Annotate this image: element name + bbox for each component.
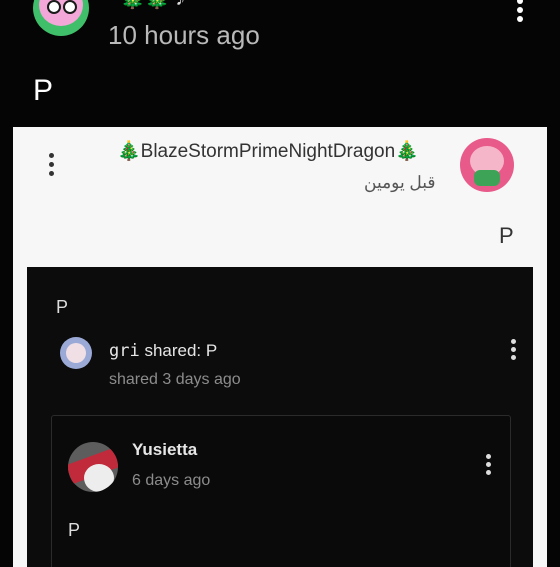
comment-body: P xyxy=(68,520,81,540)
more-vertical-icon[interactable] xyxy=(43,153,59,179)
nested-comment-card[interactable]: Yusietta 6 days ago P xyxy=(51,415,511,567)
avatar-face xyxy=(39,0,83,26)
shared-post-username[interactable]: 🎄BlazeStormPrimeNightDragon🎄 xyxy=(117,139,419,163)
share-user-avatar[interactable] xyxy=(60,337,92,369)
shared-post-body: P xyxy=(499,223,514,248)
share-label: shared: P xyxy=(144,341,218,360)
more-vertical-icon[interactable] xyxy=(507,339,519,365)
comment-timestamp: 6 days ago xyxy=(132,472,211,489)
shared-post-timestamp: قبل يومين xyxy=(364,173,436,192)
share-username[interactable]: gri xyxy=(109,341,140,361)
post-header: 🎄🎄 ♪ 10 hours ago P xyxy=(0,0,560,128)
post-body: P xyxy=(33,74,54,107)
more-vertical-icon[interactable] xyxy=(482,454,494,480)
user-avatar[interactable] xyxy=(33,0,89,36)
share-line: gri shared: P xyxy=(109,341,217,361)
post-username[interactable]: 🎄🎄 ♪ xyxy=(120,0,185,11)
shared-post-avatar[interactable] xyxy=(460,138,514,192)
comment-user-avatar[interactable] xyxy=(68,442,118,492)
inner-shared-post[interactable]: P gri shared: P shared 3 days ago Yusiet… xyxy=(27,267,533,567)
inner-post-body: P xyxy=(56,297,69,317)
shared-post-card[interactable]: 🎄BlazeStormPrimeNightDragon🎄 قبل يومين P… xyxy=(13,127,547,567)
comment-username[interactable]: Yusietta xyxy=(132,440,197,460)
share-timestamp: shared 3 days ago xyxy=(109,371,241,388)
more-vertical-icon[interactable] xyxy=(510,0,530,24)
post-timestamp: 10 hours ago xyxy=(108,20,260,50)
